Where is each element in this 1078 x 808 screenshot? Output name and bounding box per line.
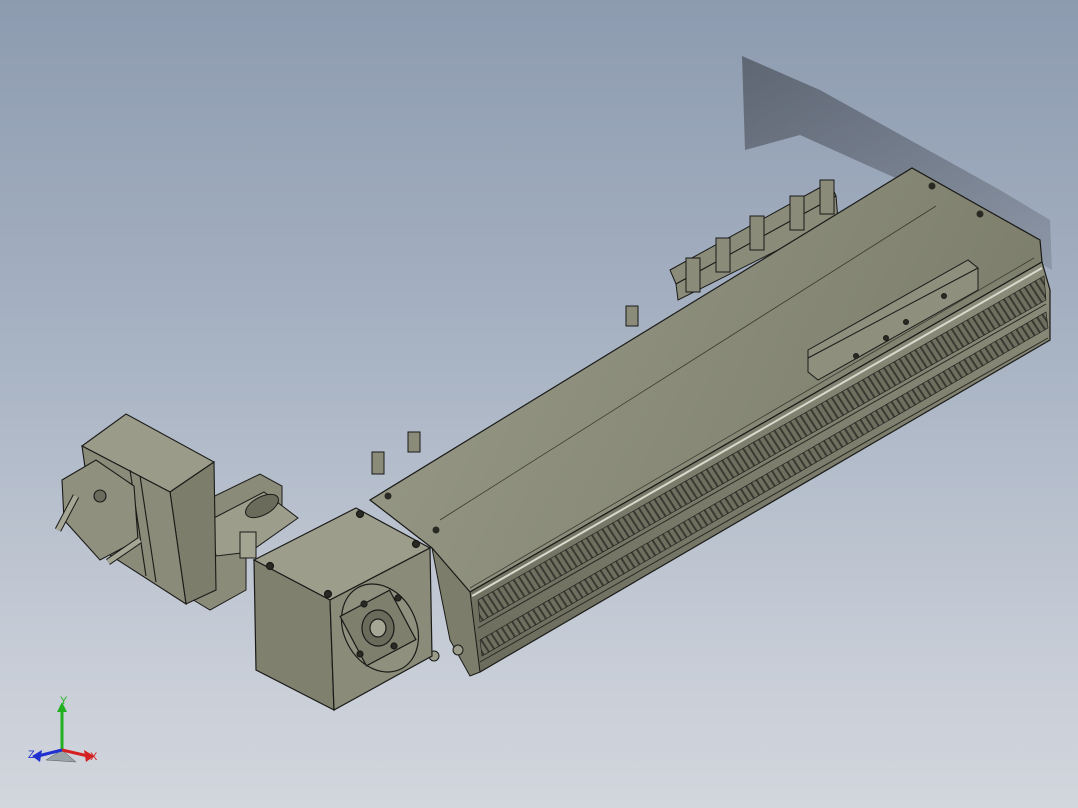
cad-model-view[interactable] bbox=[0, 0, 1078, 808]
z-axis-label: Z bbox=[28, 749, 35, 761]
gearbox-housing[interactable] bbox=[252, 507, 433, 712]
linear-actuator-body[interactable] bbox=[368, 167, 1051, 677]
servo-motor[interactable] bbox=[54, 413, 217, 606]
axis-triad: Y X Z bbox=[24, 694, 104, 770]
3d-viewport[interactable]: Y X Z bbox=[0, 0, 1078, 808]
x-axis-label: X bbox=[90, 751, 98, 763]
y-axis-label: Y bbox=[60, 695, 68, 707]
